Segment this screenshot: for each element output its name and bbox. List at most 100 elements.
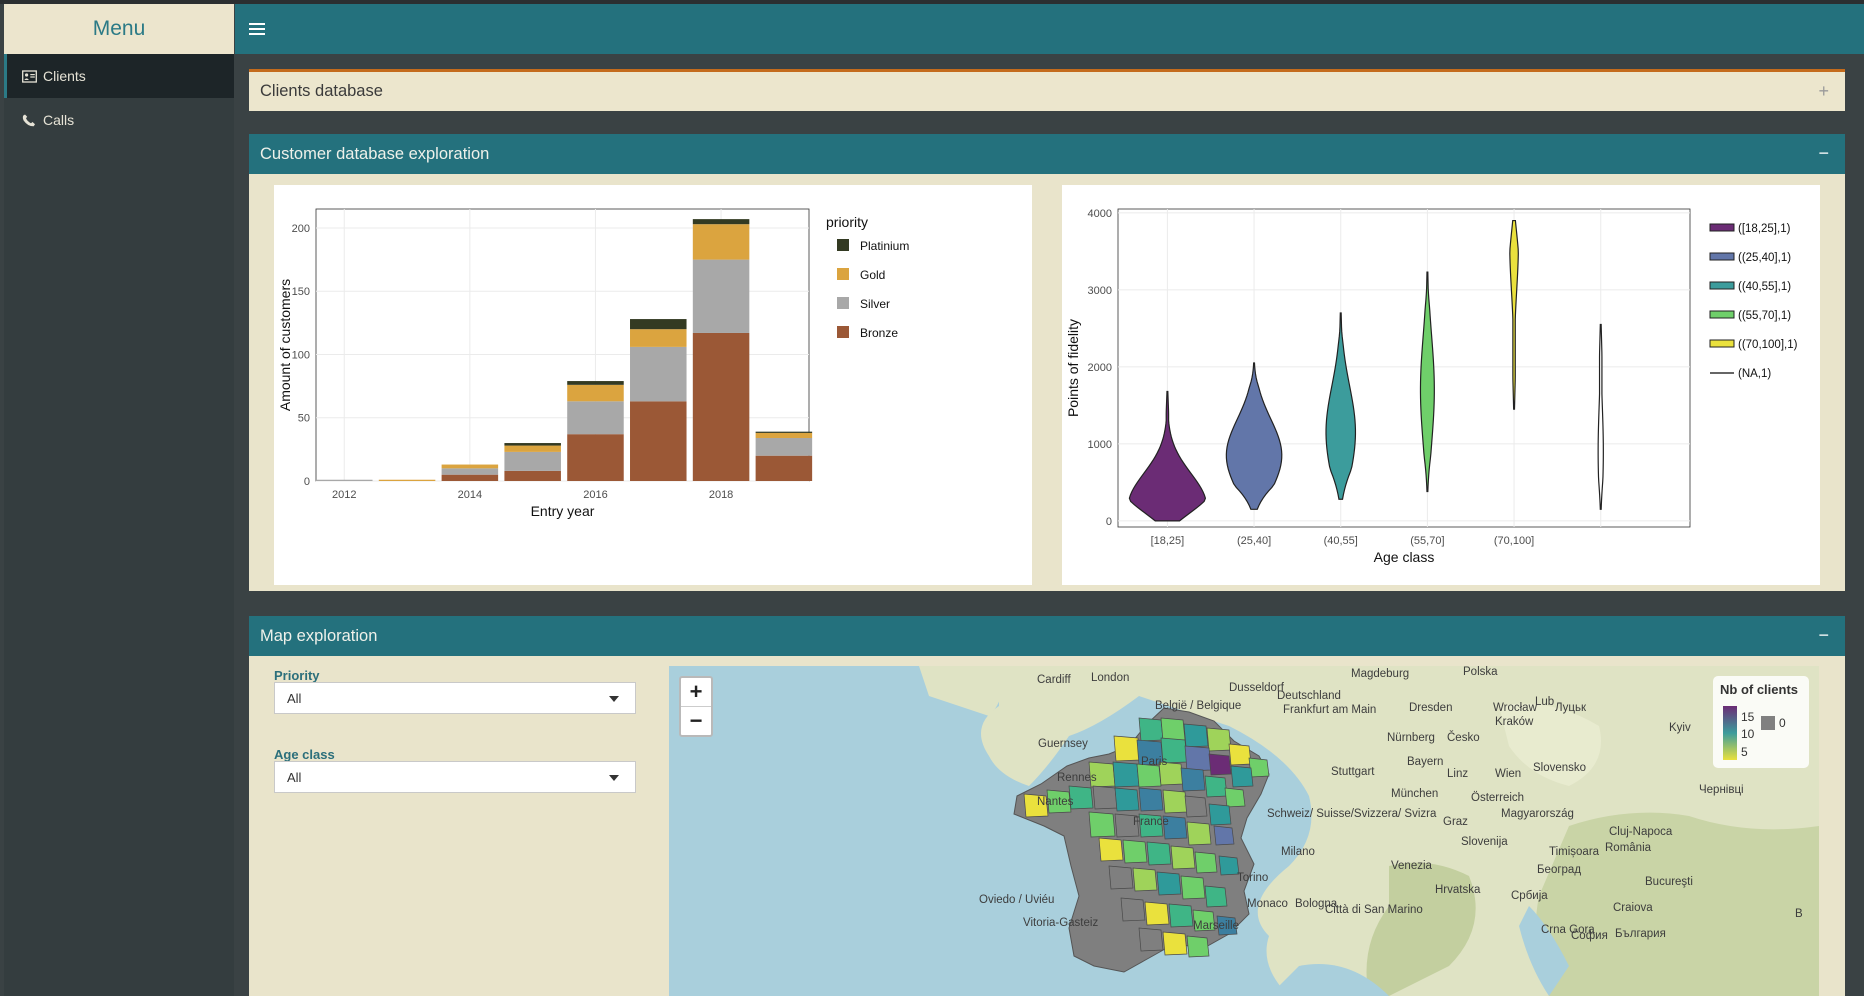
y-tick-label: 150 (292, 286, 310, 298)
map-place-label: Rennes (1057, 772, 1097, 784)
department-region (1138, 717, 1164, 742)
department-region (1228, 743, 1252, 766)
legend-label: ((40,55],1) (1738, 281, 1791, 293)
age-class-label: Age class (274, 747, 335, 762)
map-place-label: Paris (1141, 756, 1168, 768)
box-body: 0 50 100 150 200 2012 2014 2016 2018 Entry year Am… (249, 174, 1845, 591)
department-region (1088, 811, 1116, 838)
zoom-in-button[interactable]: + (681, 678, 711, 706)
map-place-label: London (1091, 672, 1130, 684)
zoom-out-button[interactable]: − (681, 706, 711, 735)
expand-button[interactable]: + (1818, 82, 1829, 100)
bar-segment-platinium (630, 319, 687, 330)
bar-segment-bronze (441, 474, 499, 481)
y-tick-label: 4000 (1088, 208, 1112, 220)
department-region (1213, 825, 1235, 846)
department-region (1184, 795, 1208, 818)
collapse-button[interactable]: − (1818, 144, 1829, 162)
department-region (1146, 841, 1172, 866)
x-tick-label: 2012 (332, 489, 356, 501)
y-axis-title: Amount of customers (277, 279, 293, 411)
bar-segment-gold (630, 329, 687, 347)
map-place-label: Cluj-Napoca (1609, 826, 1673, 838)
map-place-label: Milano (1281, 846, 1315, 858)
bar-segment-platinium (567, 381, 624, 385)
sidebar-item-clients[interactable]: Clients (4, 54, 234, 98)
department-region (1218, 855, 1240, 876)
bar-segment-platinium (755, 431, 813, 433)
top-navbar (235, 4, 1864, 54)
map-legend-tick: 15 (1741, 710, 1755, 724)
map-place-label: Чернівці (1699, 784, 1744, 796)
map-place-label: Linz (1447, 768, 1469, 780)
department-region (1120, 897, 1146, 922)
map-place-label: Österreich (1471, 792, 1525, 804)
map-place-label: Craiova (1613, 902, 1653, 914)
y-tick-label: 50 (298, 413, 310, 425)
chevron-down-icon (609, 775, 619, 781)
y-tick-label: 200 (292, 223, 310, 235)
y-tick-label: 0 (304, 476, 310, 488)
bar-chart-panel: 0 50 100 150 200 2012 2014 2016 2018 Entry year Am… (274, 185, 1032, 585)
map-place-label: Slovensko (1533, 762, 1587, 774)
map-place-label: Deutschland (1277, 690, 1341, 702)
legend-label: Platinium (860, 239, 909, 253)
box-customer-exploration: Customer database exploration − 0 50 100 15… (249, 134, 1845, 591)
map-place-label: Schweiz/ Suisse/Svizzera/ Svizra (1267, 808, 1437, 820)
y-tick-label: 0 (1106, 516, 1112, 528)
box-clients-database: Clients database + (249, 69, 1845, 111)
sidebar-item-label: Calls (43, 112, 75, 128)
department-region (1138, 787, 1164, 812)
map-place-label: Venezia (1391, 860, 1432, 872)
bar-segment-silver (692, 259, 750, 333)
legend-title: priority (826, 214, 868, 230)
map-legend-na-swatch (1761, 716, 1775, 730)
department-region (1230, 765, 1254, 788)
collapse-button[interactable]: − (1818, 626, 1829, 644)
map-place-label: Dusseldorf (1229, 682, 1284, 694)
box-title: Clients database (260, 82, 383, 100)
department-region (1108, 865, 1134, 890)
map-legend-tick: 5 (1741, 745, 1748, 759)
department-region (1122, 839, 1148, 864)
violin-chart: 0 1000 2000 3000 4000 [18,25] (25,40] (40,55] (5… (1065, 208, 1798, 565)
department-region (1162, 789, 1188, 814)
y-tick-label: 1000 (1088, 439, 1112, 451)
map-place-label: Slovenija (1461, 836, 1508, 848)
map-place-label: România (1605, 842, 1652, 854)
bar-segment-platinium (692, 219, 750, 225)
legend-label: Bronze (860, 326, 898, 340)
map-place-label: Kyiv (1669, 722, 1691, 734)
bar-segment-platinium (504, 443, 561, 446)
sidebar-item-calls[interactable]: Calls (4, 98, 234, 142)
x-tick-label: (40,55] (1324, 535, 1358, 547)
legend-swatch (837, 268, 849, 280)
department-region (1092, 785, 1118, 810)
phone-icon (22, 114, 35, 126)
x-tick-label: (25,40] (1237, 535, 1271, 547)
priority-select-value: All (287, 690, 302, 706)
age-class-select[interactable]: All (274, 761, 636, 793)
map-place-label: Bayern (1407, 756, 1444, 768)
leaflet-map[interactable]: Cardiff London Dusseldorf Deutschland Magdeb… (669, 666, 1819, 996)
department-region (1208, 803, 1232, 826)
department-region (1168, 903, 1194, 928)
map-place-label: Polska (1463, 666, 1498, 678)
hamburger-menu-icon[interactable] (249, 20, 265, 38)
y-tick-label: 2000 (1088, 362, 1112, 374)
department-region (1113, 735, 1141, 762)
y-tick-label: 100 (292, 349, 310, 361)
bar-segment-bronze (630, 401, 687, 481)
map-place-label: Nantes (1037, 796, 1074, 808)
legend-label: (NA,1) (1738, 368, 1771, 380)
bar-segment-gold (441, 464, 499, 469)
map-place-label: Београд (1537, 864, 1582, 876)
sidebar: Menu Clients Calls (4, 4, 234, 996)
map-place-label: Lub (1535, 696, 1555, 708)
legend-swatch (837, 326, 849, 338)
priority-select[interactable]: All (274, 682, 636, 714)
chevron-down-icon (609, 696, 619, 702)
map-place-label: Magyarország (1501, 808, 1574, 820)
department-region (1204, 775, 1228, 798)
department-region (1162, 931, 1188, 956)
